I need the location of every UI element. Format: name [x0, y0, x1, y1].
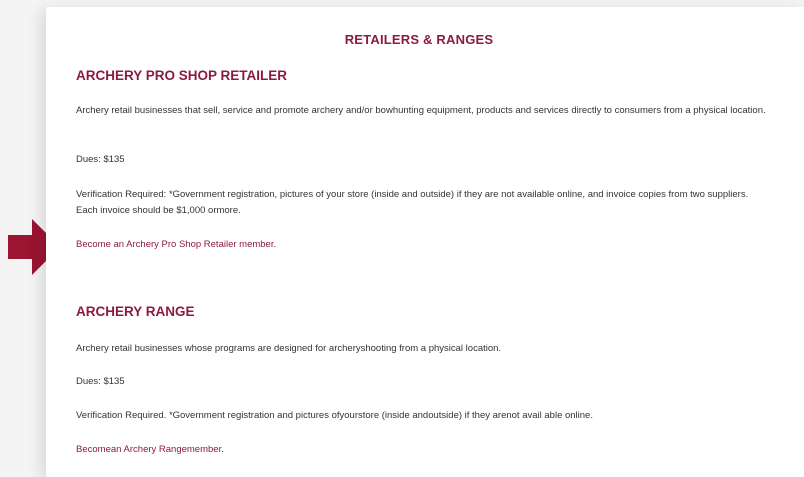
range-dues: Dues: $135	[76, 376, 125, 387]
range-verification: Verification Required. *Government regis…	[76, 410, 593, 421]
page-title: RETAILERS & RANGES	[344, 32, 494, 47]
retailers-ranges-card: RETAILERS & RANGES ARCHERY PRO SHOP RETA…	[46, 7, 804, 477]
section-title-pro-shop: ARCHERY PRO SHOP RETAILER	[76, 68, 288, 83]
pro-shop-verification: Verification Required: *Government regis…	[76, 189, 749, 216]
section-title-range: ARCHERY RANGE	[76, 304, 195, 319]
pro-shop-dues: Dues: $135	[76, 154, 125, 165]
pro-shop-description: Archery retail businesses that sell, ser…	[76, 105, 766, 116]
pro-shop-member-link[interactable]: Become an Archery Pro Shop Retailer memb…	[76, 239, 276, 250]
range-description: Archery retail businesses whose programs…	[76, 343, 502, 354]
range-member-link[interactable]: Becomean Archery Rangemember.	[76, 444, 224, 455]
